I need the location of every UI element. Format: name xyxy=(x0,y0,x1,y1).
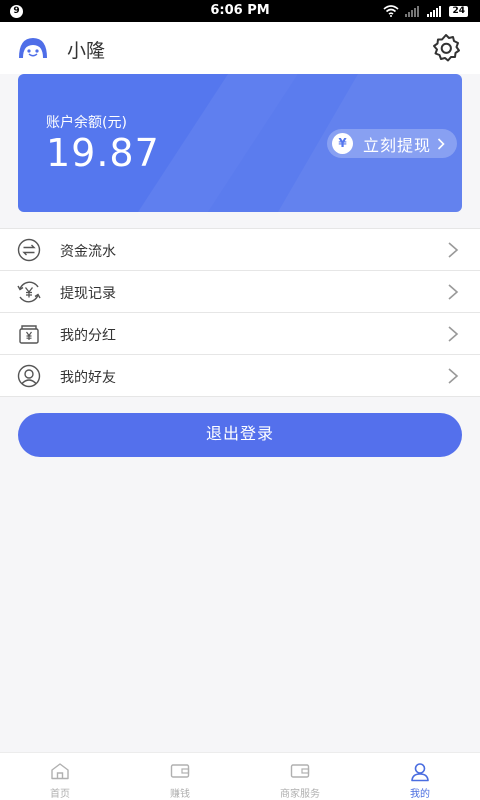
status-bar: 9 6:06 PM 24 xyxy=(0,0,480,22)
chevron-right-icon xyxy=(437,137,445,150)
balance-label: 账户余额(元) xyxy=(46,115,127,131)
wallet-icon xyxy=(290,764,310,778)
menu-label: 提现记录 xyxy=(60,286,116,302)
tab-label: 商家服务 xyxy=(280,789,320,800)
wallet-yen-icon xyxy=(19,325,39,344)
withdraw-label: 立刻提现 xyxy=(363,135,432,155)
user-icon xyxy=(17,364,41,388)
menu-item-dividends[interactable]: 我的分红 xyxy=(0,313,480,355)
menu-label: 我的好友 xyxy=(60,370,116,386)
profile-header: 小隆 xyxy=(0,22,480,74)
home-icon xyxy=(51,763,69,780)
exchange-icon xyxy=(17,238,41,262)
menu-list: 资金流水 提现记录 我的分红 我的好友 xyxy=(0,228,480,397)
bottom-tab-bar: 首页 赚钱 商家服务 我的 xyxy=(0,752,480,800)
status-indicators: 24 xyxy=(383,4,468,18)
chevron-right-icon xyxy=(448,284,459,300)
menu-label: 我的分红 xyxy=(60,328,116,344)
balance-card: 账户余额(元) 19.87 ¥ 立刻提现 xyxy=(18,74,462,212)
withdraw-button[interactable]: ¥ 立刻提现 xyxy=(327,129,457,158)
tab-earn[interactable]: 赚钱 xyxy=(120,753,240,800)
chevron-right-icon xyxy=(448,326,459,342)
menu-item-fund-flow[interactable]: 资金流水 xyxy=(0,229,480,271)
battery-indicator: 24 xyxy=(449,5,468,17)
signal-icon-sim1 xyxy=(405,5,420,17)
tab-label: 我的 xyxy=(410,789,430,800)
menu-item-friends[interactable]: 我的好友 xyxy=(0,355,480,397)
balance-amount: 19.87 xyxy=(46,131,160,175)
signal-icon-sim2 xyxy=(427,5,442,17)
tab-label: 首页 xyxy=(50,789,70,800)
menu-item-withdraw-records[interactable]: 提现记录 xyxy=(0,271,480,313)
username: 小隆 xyxy=(67,40,106,62)
logout-button[interactable]: 退出登录 xyxy=(18,413,462,457)
user-icon xyxy=(411,763,429,782)
tab-home[interactable]: 首页 xyxy=(0,753,120,800)
chevron-right-icon xyxy=(448,242,459,258)
chevron-right-icon xyxy=(448,368,459,384)
wifi-icon xyxy=(383,5,399,17)
tab-merchant-services[interactable]: 商家服务 xyxy=(240,753,360,800)
tab-label: 赚钱 xyxy=(170,789,190,800)
avatar[interactable] xyxy=(17,34,49,64)
wallet-icon xyxy=(170,764,190,778)
tab-mine[interactable]: 我的 xyxy=(360,753,480,800)
gear-icon[interactable] xyxy=(430,32,462,64)
menu-label: 资金流水 xyxy=(60,244,116,260)
yen-cycle-icon xyxy=(17,281,41,303)
yen-icon: ¥ xyxy=(332,133,353,154)
